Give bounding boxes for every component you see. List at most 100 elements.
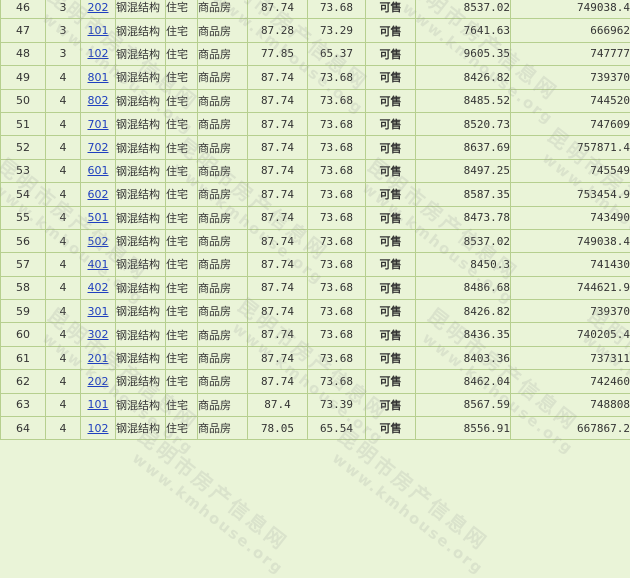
usage-cell: 住宅 (166, 300, 198, 323)
total-price-cell: 747609 (511, 112, 630, 135)
room-number-link[interactable]: 702 (88, 141, 109, 154)
table-row: 483102钢混结构住宅商品房77.8565.37可售9605.35747777 (1, 42, 630, 65)
table-row: 473101钢混结构住宅商品房87.2873.29可售7641.63666962 (1, 19, 630, 42)
room-link: 601 (81, 159, 116, 182)
unit-price-cell: 8485.52 (416, 89, 511, 112)
room-number-link[interactable]: 402 (88, 281, 109, 294)
watermark-en: www.kmhouse.org (329, 449, 487, 578)
sale-status-badge: 可售 (366, 253, 416, 276)
sale-status-badge: 可售 (366, 183, 416, 206)
house-type-cell: 商品房 (198, 66, 248, 89)
inner-area-cell: 73.68 (308, 89, 366, 112)
floor-cell: 4 (46, 206, 81, 229)
inner-area-cell: 65.37 (308, 42, 366, 65)
building-area-cell: 87.74 (248, 276, 308, 299)
room-number-link[interactable]: 501 (88, 211, 109, 224)
floor-cell: 4 (46, 323, 81, 346)
room-link: 701 (81, 112, 116, 135)
table-row: 554501钢混结构住宅商品房87.7473.68可售8473.78743490 (1, 206, 630, 229)
total-price-cell: 748808 (511, 393, 630, 416)
unit-price-cell: 8537.02 (416, 229, 511, 252)
table-row: 463202钢混结构住宅商品房87.7473.68可售8537.02749038… (1, 0, 630, 19)
sale-status-badge: 可售 (366, 19, 416, 42)
room-number-link[interactable]: 802 (88, 94, 109, 107)
unit-price-cell: 8426.82 (416, 66, 511, 89)
sale-status-badge: 可售 (366, 89, 416, 112)
inner-area-cell: 73.29 (308, 19, 366, 42)
room-number-link[interactable]: 202 (88, 1, 109, 14)
inner-area-cell: 73.39 (308, 393, 366, 416)
unit-price-cell: 7641.63 (416, 19, 511, 42)
floor-cell: 4 (46, 229, 81, 252)
row-number: 56 (1, 229, 46, 252)
room-link: 202 (81, 370, 116, 393)
sale-status-badge: 可售 (366, 393, 416, 416)
room-link: 502 (81, 229, 116, 252)
inner-area-cell: 73.68 (308, 253, 366, 276)
room-number-link[interactable]: 302 (88, 328, 109, 341)
room-number-link[interactable]: 201 (88, 352, 109, 365)
usage-cell: 住宅 (166, 0, 198, 19)
house-type-cell: 商品房 (198, 89, 248, 112)
unit-price-cell: 8436.35 (416, 323, 511, 346)
table-row: 584402钢混结构住宅商品房87.7473.68可售8486.68744621… (1, 276, 630, 299)
room-number-link[interactable]: 202 (88, 375, 109, 388)
room-number-link[interactable]: 102 (88, 47, 109, 60)
structure-cell: 钢混结构 (116, 323, 166, 346)
unit-price-cell: 8567.59 (416, 393, 511, 416)
table-row: 624202钢混结构住宅商品房87.7473.68可售8462.04742460 (1, 370, 630, 393)
room-number-link[interactable]: 102 (88, 422, 109, 435)
total-price-cell: 666962 (511, 19, 630, 42)
total-price-cell: 740205.4 (511, 323, 630, 346)
usage-cell: 住宅 (166, 229, 198, 252)
watermark-cn: 昆明市房产信息网 (332, 420, 505, 564)
unit-price-cell: 8497.25 (416, 159, 511, 182)
structure-cell: 钢混结构 (116, 42, 166, 65)
usage-cell: 住宅 (166, 346, 198, 369)
unit-table-body: 463202钢混结构住宅商品房87.7473.68可售8537.02749038… (1, 0, 630, 440)
structure-cell: 钢混结构 (116, 300, 166, 323)
row-number: 63 (1, 393, 46, 416)
house-type-cell: 商品房 (198, 0, 248, 19)
watermark: 昆明市房产信息网www.kmhouse.org (121, 420, 305, 578)
house-type-cell: 商品房 (198, 370, 248, 393)
structure-cell: 钢混结构 (116, 346, 166, 369)
row-number: 53 (1, 159, 46, 182)
room-link: 702 (81, 136, 116, 159)
table-row: 534601钢混结构住宅商品房87.7473.68可售8497.25745549 (1, 159, 630, 182)
row-number: 50 (1, 89, 46, 112)
room-number-link[interactable]: 101 (88, 398, 109, 411)
room-number-link[interactable]: 301 (88, 305, 109, 318)
table-row: 524702钢混结构住宅商品房87.7473.68可售8637.69757871… (1, 136, 630, 159)
building-area-cell: 87.74 (248, 370, 308, 393)
sale-status-badge: 可售 (366, 229, 416, 252)
floor-cell: 4 (46, 276, 81, 299)
room-number-link[interactable]: 601 (88, 164, 109, 177)
total-price-cell: 743490 (511, 206, 630, 229)
house-type-cell: 商品房 (198, 276, 248, 299)
room-number-link[interactable]: 502 (88, 235, 109, 248)
floor-cell: 3 (46, 42, 81, 65)
row-number: 55 (1, 206, 46, 229)
table-row: 494801钢混结构住宅商品房87.7473.68可售8426.82739370 (1, 66, 630, 89)
room-link: 102 (81, 417, 116, 440)
floor-cell: 3 (46, 0, 81, 19)
room-number-link[interactable]: 101 (88, 24, 109, 37)
total-price-cell: 744621.9 (511, 276, 630, 299)
usage-cell: 住宅 (166, 393, 198, 416)
structure-cell: 钢混结构 (116, 229, 166, 252)
room-number-link[interactable]: 701 (88, 118, 109, 131)
room-number-link[interactable]: 401 (88, 258, 109, 271)
table-row: 564502钢混结构住宅商品房87.7473.68可售8537.02749038… (1, 229, 630, 252)
structure-cell: 钢混结构 (116, 136, 166, 159)
building-area-cell: 78.05 (248, 417, 308, 440)
room-number-link[interactable]: 801 (88, 71, 109, 84)
usage-cell: 住宅 (166, 136, 198, 159)
table-row: 574401钢混结构住宅商品房87.7473.68可售8450.3741430 (1, 253, 630, 276)
room-link: 202 (81, 0, 116, 19)
room-link: 801 (81, 66, 116, 89)
room-number-link[interactable]: 602 (88, 188, 109, 201)
total-price-cell: 744520 (511, 89, 630, 112)
structure-cell: 钢混结构 (116, 89, 166, 112)
row-number: 52 (1, 136, 46, 159)
